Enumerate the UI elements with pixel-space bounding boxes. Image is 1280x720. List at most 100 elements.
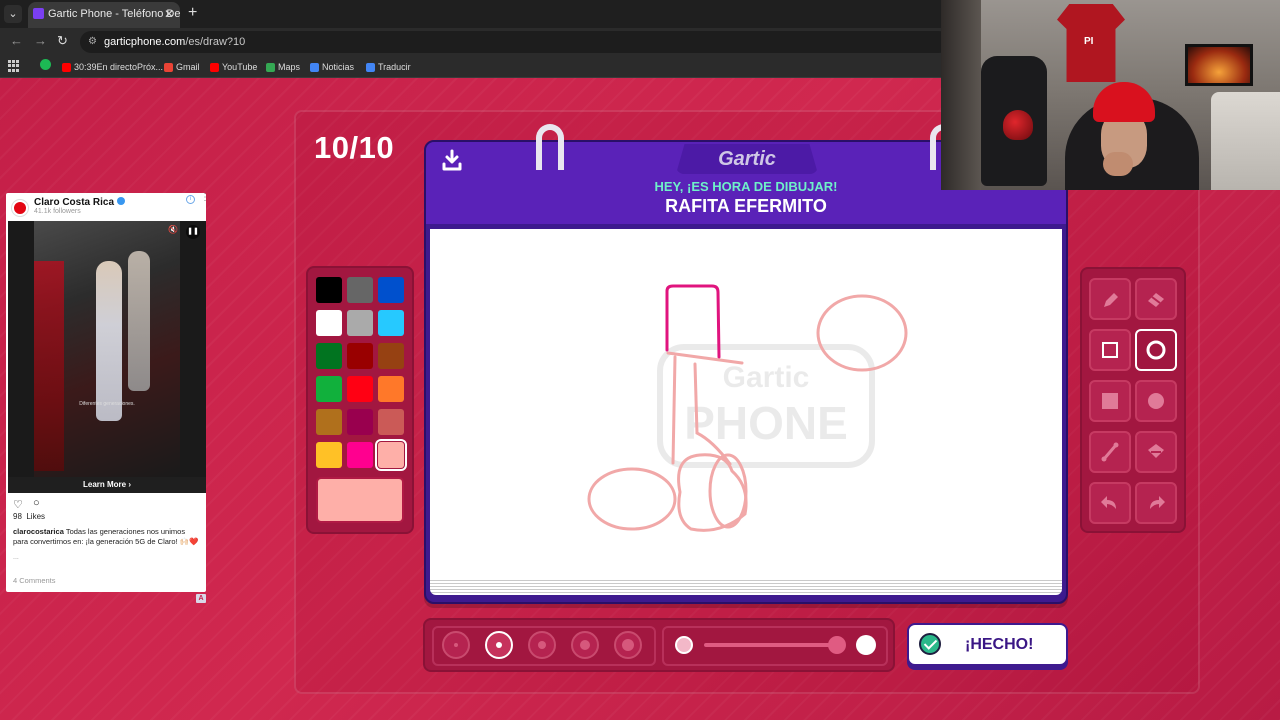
color-swatch[interactable] [347,310,373,336]
color-swatch[interactable] [347,376,373,402]
ellipse-outline-icon [1146,340,1166,360]
learn-more-button[interactable]: Learn More › [8,477,206,493]
bookmark-gmail[interactable]: Gmail [164,59,200,75]
back-icon[interactable]: ← [10,33,23,48]
claro-avatar [12,200,28,216]
adchoices-badge[interactable]: A [196,594,206,603]
rectangle-fill-tool-button[interactable] [1089,380,1131,422]
brush-size-5[interactable] [614,631,642,659]
color-swatch[interactable] [375,439,407,471]
comment-icon[interactable]: ○ [33,497,40,509]
tab-title: Gartic Phone - Teléfono Descon [48,8,180,20]
round-counter: 10/10 [314,130,395,165]
notebook-ring [536,124,564,170]
color-swatch[interactable] [316,409,342,435]
brush-size-4[interactable] [571,631,599,659]
pause-icon[interactable]: ❚❚ [186,225,200,239]
current-color-preview [316,477,404,523]
pencil-tool-button[interactable] [1089,278,1131,320]
color-swatch[interactable] [378,277,404,303]
brush-dot-icon [580,640,590,650]
opacity-min-icon [675,636,693,654]
brush-size-1[interactable] [442,631,470,659]
instagram-ad[interactable]: Claro Costa Rica 41.1k followers i ⋮ Dif… [6,193,206,592]
bookmark-maps[interactable]: Maps [266,59,300,75]
color-swatch[interactable] [347,343,373,369]
line-tool-button[interactable] [1089,431,1131,473]
ad-info-icon[interactable]: i [186,195,195,204]
download-icon[interactable] [440,148,464,172]
undo-tool-button[interactable] [1089,482,1131,524]
eraser-tool-button[interactable] [1135,278,1177,320]
bookmark-translate[interactable]: Traducir [366,59,411,75]
mute-icon[interactable]: 🔇 [168,225,178,234]
color-swatch[interactable] [316,310,342,336]
webcam-jersey: PI [1057,4,1125,82]
bookmark-live[interactable]: 30:39En directoPróx... [62,59,163,75]
bookmark-youtube[interactable]: YouTube [210,59,257,75]
video-person [96,261,122,421]
opacity-slider-fill [704,643,838,647]
caption-more[interactable]: ... [13,554,19,561]
ellipse-outline-tool-button[interactable] [1135,329,1177,371]
color-swatch[interactable] [347,442,373,468]
likes-count: 98 Likes [13,512,46,521]
color-swatch[interactable] [347,409,373,435]
brush-dot-icon [454,643,458,647]
address-bar[interactable]: ⚙ garticphone.com/es/draw?10 [80,31,950,53]
webcam-helmet [1003,110,1033,140]
forward-icon[interactable]: → [34,33,47,48]
ad-account-name[interactable]: Claro Costa Rica [34,197,126,208]
rectangle-outline-icon [1102,342,1118,358]
color-swatch[interactable] [316,277,342,303]
tab-search-button[interactable]: ⌄ [4,5,22,23]
webcam-door [941,0,981,190]
pencil-icon [1104,293,1118,307]
line-icon [1101,442,1119,462]
more-options-icon[interactable]: ⋮ [200,193,206,203]
brush-size-2[interactable] [485,631,513,659]
rectangle-outline-tool-button[interactable] [1089,329,1131,371]
new-tab-button[interactable]: + [188,4,197,22]
webcam-tv [1185,44,1253,86]
drawing-canvas[interactable]: Gartic PHONE [430,229,1062,579]
ad-followers: 41.1k followers [34,208,81,215]
ad-comments-link[interactable]: 4 Comments [13,576,56,585]
color-swatch[interactable] [378,409,404,435]
ad-video[interactable]: Diferentes generaciones. 🔇 ❚❚ [8,221,206,477]
opacity-slider-handle[interactable] [828,636,846,654]
translate-icon [366,63,375,72]
site-info-icon[interactable]: ⚙ [88,31,97,53]
brush-size-3[interactable] [528,631,556,659]
like-heart-icon[interactable]: ♡ [13,498,23,511]
color-swatch[interactable] [316,442,342,468]
color-swatch[interactable] [316,376,342,402]
color-swatch[interactable] [347,277,373,303]
gmail-icon [164,63,173,72]
bookmark-green-icon[interactable] [40,59,51,75]
svg-text:Gartic: Gartic [723,361,810,394]
ellipse-fill-tool-button[interactable] [1135,380,1177,422]
color-swatch[interactable] [378,376,404,402]
color-swatch[interactable] [378,310,404,336]
opacity-max-icon [856,635,876,655]
redo-tool-button[interactable] [1135,482,1177,524]
done-label: ¡HECHO! [965,636,1034,653]
apps-grid-icon[interactable] [8,60,20,72]
bookmark-news[interactable]: Noticias [310,59,354,75]
browser-tab[interactable]: Gartic Phone - Teléfono Descon ✕ [28,2,180,28]
bucket-icon [1148,444,1164,458]
ad-caption: clarocostarica Todas las generaciones no… [13,527,199,546]
maps-icon [266,63,275,72]
ellipse-fill-icon [1148,393,1164,409]
color-swatch[interactable] [316,343,342,369]
color-swatch[interactable] [378,343,404,369]
bucket-tool-button[interactable] [1135,431,1177,473]
brush-dot-icon [622,639,634,651]
webcam-bed [1211,92,1280,190]
prompt-phrase: RAFITA EFERMITO [665,196,827,216]
close-tab-icon[interactable]: ✕ [164,2,174,26]
webcam-hand [1103,152,1133,176]
reload-icon[interactable]: ↻ [57,33,68,49]
done-button[interactable]: ¡HECHO! [907,623,1068,666]
